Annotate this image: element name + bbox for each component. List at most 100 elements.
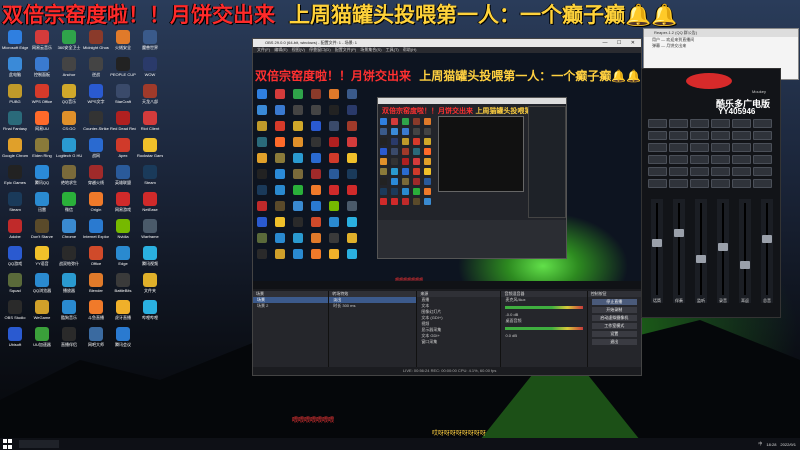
desktop-icon[interactable]: 腾讯会议 xyxy=(111,327,135,353)
desktop-icon[interactable]: 逆战 xyxy=(84,57,108,83)
sound-card-mixer-app[interactable]: Moukey 酷乐多广电版 YY405946 话筒 伴奏 监听 录音 耳返 总音 xyxy=(641,68,781,318)
desktop-icon[interactable]: 穿越火线 xyxy=(84,165,108,191)
desktop-icon[interactable]: 英雄联盟 xyxy=(111,165,135,191)
source-item[interactable]: 窗口采集 xyxy=(417,339,500,345)
desktop-icon[interactable]: 火绒安全 xyxy=(111,30,135,56)
mixer-knob[interactable] xyxy=(690,179,709,188)
desktop-icon[interactable]: 腾讯QQ xyxy=(30,165,54,191)
desktop-icon[interactable]: Google Chrome xyxy=(2,138,28,164)
mixer-fader[interactable]: 录音 xyxy=(717,199,729,303)
mixer-knob[interactable] xyxy=(669,155,688,164)
mixer-knob[interactable] xyxy=(648,155,667,164)
desktop-icon[interactable]: 播放器 xyxy=(57,273,81,299)
desktop-icon[interactable]: Nvidia xyxy=(111,219,135,245)
mixer-fader[interactable]: 话筒 xyxy=(651,199,663,303)
desktop-icon[interactable]: 网易云音乐 xyxy=(30,30,54,56)
mixer-knob[interactable] xyxy=(669,179,688,188)
desktop-icon[interactable]: Blender xyxy=(84,273,108,299)
mixer-knob[interactable] xyxy=(732,131,751,140)
clock-time[interactable]: 18:28 xyxy=(766,442,776,447)
mixer-knob[interactable] xyxy=(732,119,751,128)
desktop-icon[interactable]: 斗鱼直播 xyxy=(84,300,108,326)
mixer-knob[interactable] xyxy=(732,155,751,164)
mixer-knob[interactable] xyxy=(690,155,709,164)
desktop-icon[interactable]: 文件夹 xyxy=(138,273,162,299)
desktop-icon[interactable]: 网易UU xyxy=(30,111,54,137)
desktop-icon[interactable]: Origin xyxy=(84,192,108,218)
desktop-icon[interactable]: Riot Client xyxy=(138,111,162,137)
obs-titlebar[interactable]: OBS 29.0.0 (64-bit, windows) - 配置文件: 1 -… xyxy=(253,39,641,47)
desktop-icon[interactable]: 控制面板 xyxy=(30,57,54,83)
desktop-icon[interactable]: 迅雷 xyxy=(30,192,54,218)
desktop-icon[interactable]: WPS文字 xyxy=(84,84,108,110)
desktop-icon[interactable]: 腾讯视频 xyxy=(138,246,162,272)
fader-cap[interactable] xyxy=(674,229,684,237)
desktop-icon[interactable]: 网吧大师 xyxy=(84,327,108,353)
desktop-icon[interactable]: Epic Games xyxy=(3,165,27,191)
desktop-icon[interactable]: UU加速器 xyxy=(30,327,54,353)
desktop-icon[interactable]: Anchor xyxy=(57,57,81,83)
control-button[interactable]: 停止直播 xyxy=(591,299,637,305)
desktop-icon[interactable]: NetEase xyxy=(138,192,162,218)
taskbar-search[interactable] xyxy=(19,440,59,448)
desktop-icon[interactable]: Don't Starve xyxy=(30,219,54,245)
desktop-icon[interactable]: 微信 xyxy=(57,192,81,218)
mixer-knob[interactable] xyxy=(690,119,709,128)
mixer-knob[interactable] xyxy=(690,143,709,152)
desktop-icon[interactable]: Logitech G HUB xyxy=(56,138,82,164)
desktop-icon[interactable]: Office xyxy=(84,246,108,272)
mixer-knob[interactable] xyxy=(732,179,751,188)
control-button[interactable]: 开始录制 xyxy=(591,307,637,313)
desktop-icon[interactable]: Final Fantasy xyxy=(3,111,27,137)
desktop-icon[interactable]: Ubisoft xyxy=(3,327,27,353)
clock-date[interactable]: 2022/9/1 xyxy=(780,442,796,447)
mixer-knob[interactable] xyxy=(648,179,667,188)
desktop-icon[interactable]: 网易游戏 xyxy=(111,192,135,218)
mixer-knob[interactable] xyxy=(669,131,688,140)
desktop-icon[interactable]: 战网 xyxy=(84,138,108,164)
mixer-fader[interactable]: 伴奏 xyxy=(673,199,685,303)
desktop-icon[interactable]: Counter-Strike xyxy=(83,111,109,137)
desktop-icon[interactable]: Edge xyxy=(111,246,135,272)
desktop-icon[interactable]: PEOPLE CUP xyxy=(110,57,136,83)
fader-cap[interactable] xyxy=(718,243,728,251)
mixer-knob[interactable] xyxy=(711,131,730,140)
desktop-icon[interactable]: Rockstar Games xyxy=(137,138,163,164)
mixer-knob[interactable] xyxy=(753,179,772,188)
mixer-knob[interactable] xyxy=(711,179,730,188)
desktop-icon[interactable]: QQ音乐 xyxy=(57,84,81,110)
mixer-knob[interactable] xyxy=(732,143,751,152)
mixer-fader[interactable]: 耳返 xyxy=(739,199,751,303)
desktop-icon[interactable]: CS:GO xyxy=(57,111,81,137)
desktop-icon[interactable]: WOW xyxy=(138,57,162,83)
desktop-icon[interactable]: Steam xyxy=(3,192,27,218)
desktop-icon[interactable]: Warframe xyxy=(138,219,162,245)
mixer-knob[interactable] xyxy=(648,143,667,152)
mixer-knob[interactable] xyxy=(669,167,688,176)
mixer-knob[interactable] xyxy=(648,167,667,176)
desktop-icon[interactable]: Squad xyxy=(3,273,27,299)
mixer-knob[interactable] xyxy=(648,119,667,128)
mixer-knob[interactable] xyxy=(711,155,730,164)
desktop-icon[interactable]: QQ浏览器 xyxy=(30,273,54,299)
desktop-icon[interactable]: 虎牙直播 xyxy=(111,300,135,326)
control-button[interactable]: 退出 xyxy=(591,339,637,345)
mixer-knob[interactable] xyxy=(753,155,772,164)
control-button[interactable]: 工作室模式 xyxy=(591,323,637,329)
mixer-knob[interactable] xyxy=(669,143,688,152)
chat-title[interactable]: Reaper-1.2 (QQ 群公告) xyxy=(644,29,798,37)
desktop-icon[interactable]: YY语音 xyxy=(30,246,54,272)
mixer-knob[interactable] xyxy=(690,131,709,140)
desktop-icon[interactable]: Red Dead Redemption xyxy=(110,111,136,137)
desktop-icon[interactable]: PUBG xyxy=(3,84,27,110)
desktop-icon[interactable]: Steam xyxy=(138,165,162,191)
desktop-icon[interactable]: 哔哩哔哩 xyxy=(138,300,162,326)
desktop-icon[interactable]: 魔兽世界 xyxy=(138,30,162,56)
mixer-knob[interactable] xyxy=(753,143,772,152)
desktop-icon[interactable]: Apex xyxy=(111,138,135,164)
fader-cap[interactable] xyxy=(696,255,706,263)
desktop-icon[interactable]: WeGame xyxy=(30,300,54,326)
desktop-icon[interactable]: Chrome xyxy=(57,219,81,245)
window-controls[interactable]: — ☐ ✕ xyxy=(603,39,639,47)
control-button[interactable]: 设置 xyxy=(591,331,637,337)
